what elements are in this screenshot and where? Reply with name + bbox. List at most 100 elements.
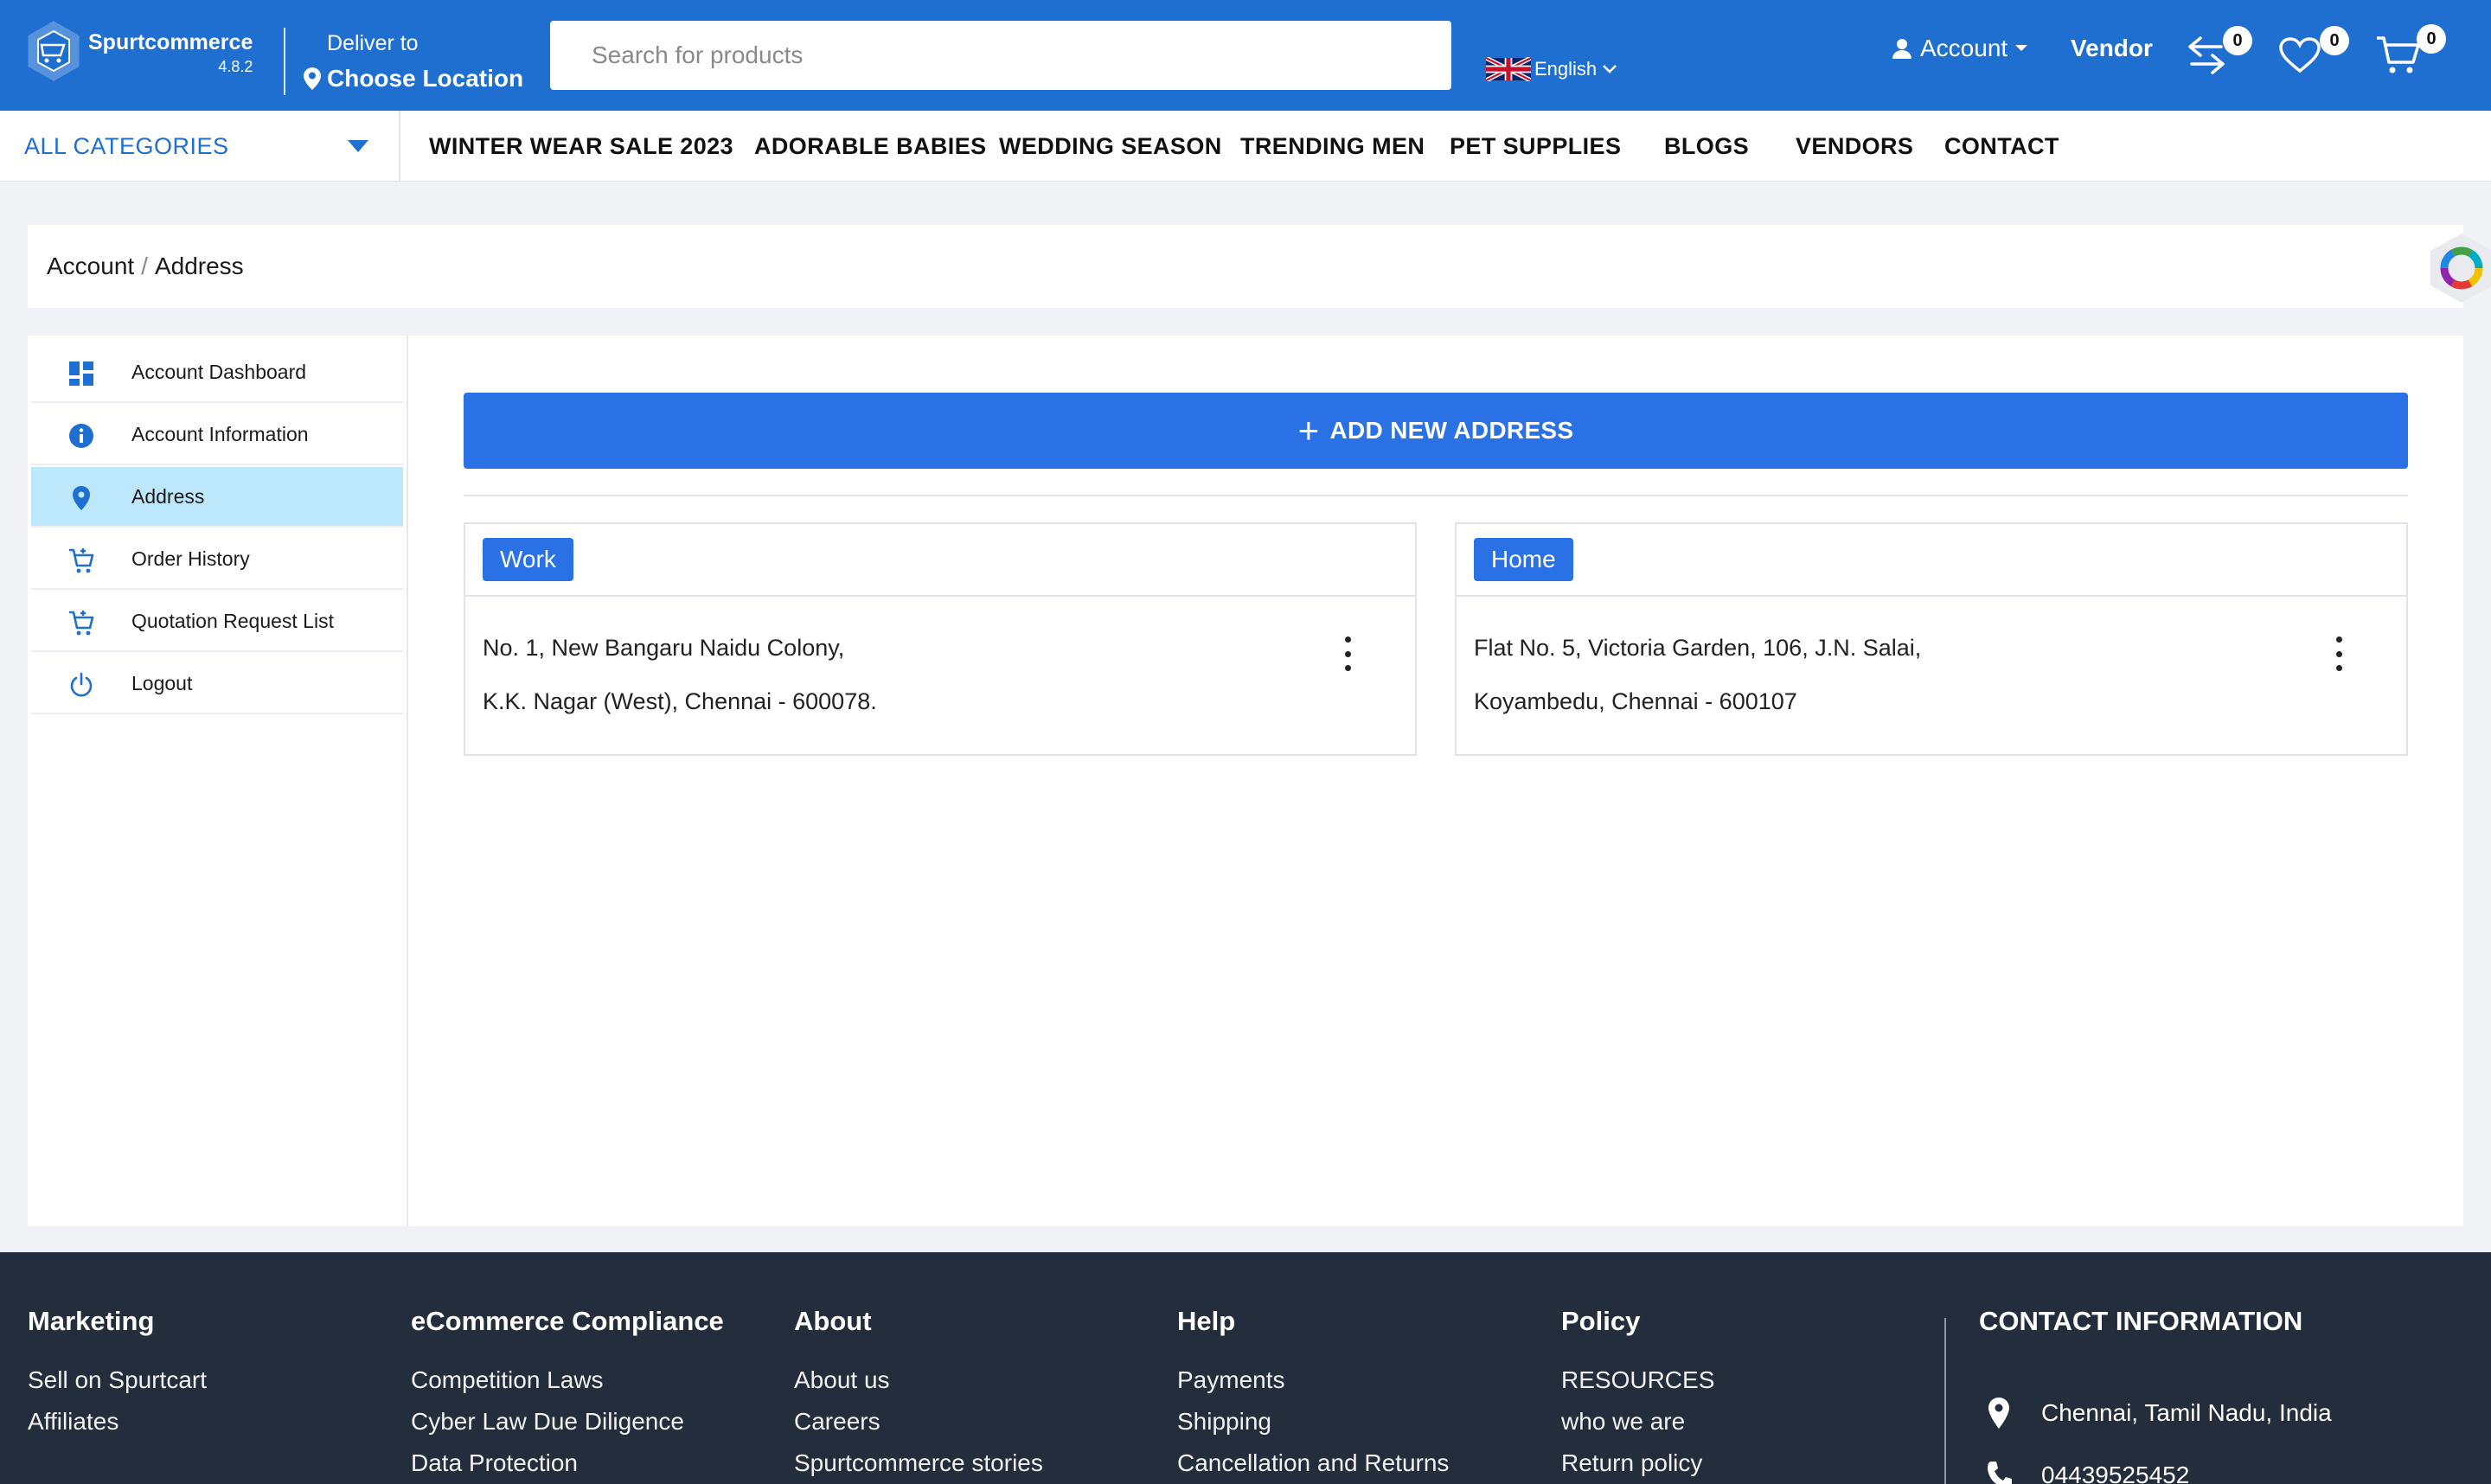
account-panel: Account Dashboard Account Information Ad… xyxy=(28,336,2463,1226)
theme-color-picker-icon[interactable] xyxy=(2429,232,2491,304)
category-nav: ALL CATEGORIES WINTER WEAR SALE 2023 ADO… xyxy=(0,111,2491,182)
cart-icon xyxy=(69,548,94,573)
address-type-badge: Work xyxy=(483,538,573,581)
all-categories-dropdown[interactable]: ALL CATEGORIES xyxy=(0,111,400,182)
cart-icon[interactable] xyxy=(2375,35,2422,76)
footer-link[interactable]: Careers xyxy=(794,1401,1043,1442)
heart-icon[interactable] xyxy=(2278,36,2321,74)
header-divider xyxy=(284,28,285,95)
add-new-address-label: ADD NEW ADDRESS xyxy=(1329,417,1574,444)
logo-version: 4.8.2 xyxy=(218,57,253,75)
sidebar-item-quotation-request-list[interactable]: Quotation Request List xyxy=(31,592,403,652)
power-icon xyxy=(70,672,93,697)
sidebar-item-label: Address xyxy=(131,484,205,508)
account-sidebar: Account Dashboard Account Information Ad… xyxy=(28,336,408,1226)
address-card: Home Flat No. 5, Victoria Garden, 106, J… xyxy=(1455,522,2408,756)
caret-down-icon xyxy=(348,140,368,152)
address-line-1: Flat No. 5, Victoria Garden, 106, J.N. S… xyxy=(1474,635,1922,661)
footer-column-about: About About us Careers Spurtcommerce sto… xyxy=(794,1306,1043,1484)
divider xyxy=(464,495,2408,496)
footer-link[interactable]: RESOURCES xyxy=(1561,1359,1714,1401)
footer-link[interactable]: Cancellation and Returns xyxy=(1177,1442,1449,1484)
nav-item-blogs[interactable]: BLOGS xyxy=(1664,111,1749,182)
language-selector[interactable]: English xyxy=(1486,57,1617,81)
nav-item-winter-wear[interactable]: WINTER WEAR SALE 2023 xyxy=(429,111,733,182)
footer-link[interactable]: About us xyxy=(794,1359,1043,1401)
logo-badge-icon xyxy=(28,21,80,81)
uk-flag-icon xyxy=(1486,57,1531,81)
caret-down-icon xyxy=(2015,45,2028,51)
nav-item-wedding-season[interactable]: WEDDING SEASON xyxy=(999,111,1222,182)
footer-heading: eCommerce Compliance xyxy=(411,1306,724,1336)
footer-link[interactable]: Sell on Spurtcart xyxy=(28,1359,207,1401)
address-line-1: No. 1, New Bangaru Naidu Colony, xyxy=(483,635,845,661)
dashboard-icon xyxy=(69,361,93,386)
footer-column-help: Help Payments Shipping Cancellation and … xyxy=(1177,1306,1449,1484)
footer-link[interactable]: Payments xyxy=(1177,1359,1449,1401)
nav-item-contact[interactable]: CONTACT xyxy=(1944,111,2059,182)
nav-item-vendors[interactable]: VENDORS xyxy=(1796,111,1913,182)
location-pin-icon xyxy=(1988,1398,2009,1429)
breadcrumb-account[interactable]: Account xyxy=(47,253,134,280)
sidebar-item-address[interactable]: Address xyxy=(31,467,403,528)
vendor-label: Vendor xyxy=(2071,35,2153,61)
footer-column-policy: Policy RESOURCES who we are Return polic… xyxy=(1561,1306,1714,1484)
sidebar-item-account-information[interactable]: Account Information xyxy=(31,405,403,465)
sidebar-item-label: Logout xyxy=(131,671,193,694)
footer-contact-info: CONTACT INFORMATION xyxy=(1979,1306,2302,1359)
wishlist-count-badge: 0 xyxy=(2320,26,2349,55)
contact-phone: 04439525452 xyxy=(1986,1460,2189,1484)
more-options-icon[interactable] xyxy=(1337,636,1358,671)
user-icon xyxy=(1892,39,1911,59)
location-pin-icon xyxy=(73,486,90,510)
account-menu[interactable]: Account xyxy=(1891,35,2028,62)
footer-link[interactable]: Data Protection xyxy=(411,1442,724,1484)
logo[interactable]: Spurtcommerce 4.8.2 xyxy=(26,21,253,81)
chevron-down-icon xyxy=(1603,65,1617,74)
language-label: English xyxy=(1534,58,1598,80)
deliver-to[interactable]: Deliver to Choose Location xyxy=(303,31,523,93)
more-options-icon[interactable] xyxy=(2328,636,2349,671)
cart-icon xyxy=(69,611,94,636)
compare-count-badge: 0 xyxy=(2223,26,2252,55)
footer-heading: Marketing xyxy=(28,1306,155,1336)
search-input[interactable] xyxy=(550,21,1451,90)
sidebar-item-label: Account Information xyxy=(131,422,309,445)
footer: Marketing Sell on Spurtcart Affiliates e… xyxy=(0,1252,2491,1484)
footer-heading: Help xyxy=(1177,1306,1236,1336)
info-icon xyxy=(69,424,93,448)
sidebar-item-account-dashboard[interactable]: Account Dashboard xyxy=(31,342,403,403)
choose-location: Choose Location xyxy=(327,65,524,92)
contact-address-text: Chennai, Tamil Nadu, India xyxy=(2041,1399,2332,1426)
footer-link[interactable]: Return policy xyxy=(1561,1442,1714,1484)
address-line-2: K.K. Nagar (West), Chennai - 600078. xyxy=(483,688,877,714)
footer-link[interactable]: who we are xyxy=(1561,1401,1714,1442)
nav-item-trending-men[interactable]: TRENDING MEN xyxy=(1240,111,1425,182)
location-pin-icon xyxy=(304,67,321,90)
footer-divider xyxy=(1944,1318,1946,1484)
sidebar-item-logout[interactable]: Logout xyxy=(31,654,403,714)
account-label: Account xyxy=(1920,35,2008,61)
deliver-label: Deliver to xyxy=(327,31,419,55)
footer-column-marketing: Marketing Sell on Spurtcart Affiliates xyxy=(28,1306,207,1442)
footer-link[interactable]: Spurtcommerce stories xyxy=(794,1442,1043,1484)
breadcrumb-current: Address xyxy=(154,253,244,279)
cart-count-badge: 0 xyxy=(2417,24,2446,54)
footer-link[interactable]: Shipping xyxy=(1177,1401,1449,1442)
footer-heading: Policy xyxy=(1561,1306,1641,1336)
nav-item-pet-supplies[interactable]: PET SUPPLIES xyxy=(1450,111,1621,182)
contact-address: Chennai, Tamil Nadu, India xyxy=(1986,1396,2332,1430)
breadcrumb: Account / Address xyxy=(28,225,2463,308)
sidebar-item-label: Quotation Request List xyxy=(131,609,334,632)
footer-heading: CONTACT INFORMATION xyxy=(1979,1306,2303,1336)
footer-link[interactable]: Competition Laws xyxy=(411,1359,724,1401)
vendor-link[interactable]: Vendor xyxy=(2071,35,2153,62)
add-new-address-button[interactable]: + ADD NEW ADDRESS xyxy=(464,393,2408,469)
nav-item-adorable-babies[interactable]: ADORABLE BABIES xyxy=(754,111,987,182)
sidebar-item-order-history[interactable]: Order History xyxy=(31,529,403,590)
footer-link[interactable]: Affiliates xyxy=(28,1401,207,1442)
plus-icon: + xyxy=(1297,410,1320,451)
footer-column-ecommerce-compliance: eCommerce Compliance Competition Laws Cy… xyxy=(411,1306,724,1484)
footer-link[interactable]: Cyber Law Due Diligence xyxy=(411,1401,724,1442)
address-type-badge: Home xyxy=(1474,538,1573,581)
